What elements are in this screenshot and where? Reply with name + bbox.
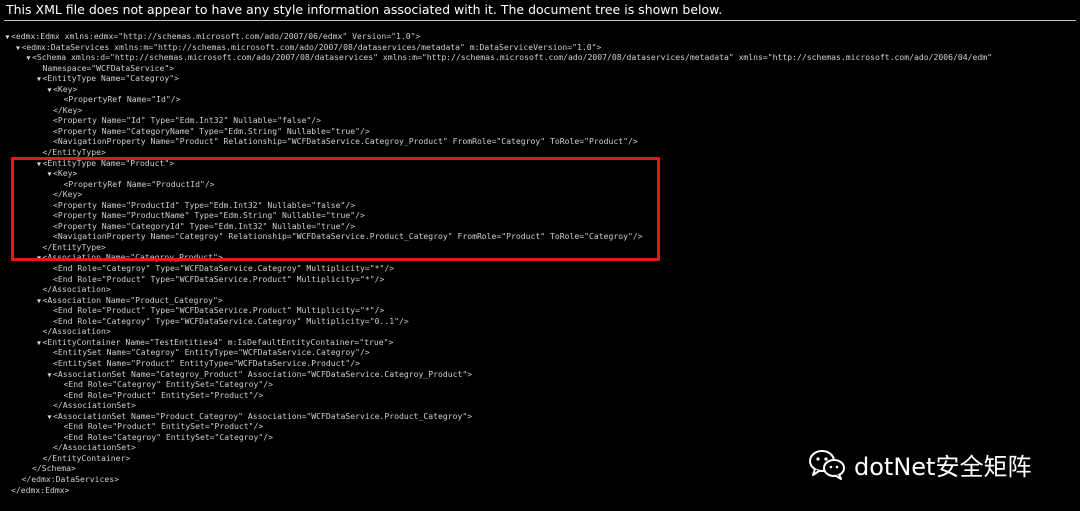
xml-tag-text: </Association> bbox=[42, 284, 111, 295]
xml-tag-text: <Property Name="CategoryName" Type="Edm.… bbox=[53, 125, 370, 136]
xml-tree-line: <EntitySet Name="Product" EntityType="WC… bbox=[0, 358, 1080, 369]
xml-tag-text: </edmx:Edmx> bbox=[11, 484, 70, 495]
xml-notice-banner: This XML file does not appear to have an… bbox=[6, 2, 723, 17]
xml-tree-line: <PropertyRef Name="Id"/> bbox=[0, 94, 1080, 105]
watermark: dotNet安全矩阵 bbox=[808, 446, 1031, 482]
xml-tree-line: <NavigationProperty Name="Product" Relat… bbox=[0, 136, 1080, 147]
xml-tree-line: ▼ <EntityContainer Name="TestEntities4" m… bbox=[0, 337, 1080, 348]
xml-tag-text: <End Role="Product" Type="WCFDataService… bbox=[53, 273, 385, 284]
xml-tag-text: <AssociationSet Name="Categroy_Product" … bbox=[53, 368, 473, 379]
xml-tree-line: ▼ <edmx:DataServices xmlns:m="http://sche… bbox=[0, 42, 1080, 53]
xml-tree-line: <End Role="Categroy" Type="WCFDataServic… bbox=[0, 316, 1080, 327]
highlight-box-product-entitytype bbox=[11, 157, 660, 261]
xml-tag-text: <End Role="Categroy" EntitySet="Categroy… bbox=[63, 431, 274, 442]
xml-tree-line: ▼ <EntityType Name="Categroy"> bbox=[0, 73, 1080, 84]
xml-tag-text: </Association> bbox=[42, 326, 111, 337]
xml-tag-text: <PropertyRef Name="Id"/> bbox=[63, 94, 181, 105]
xml-tree-line: </Association> bbox=[0, 284, 1080, 295]
xml-tree-line: ▼ <edmx:Edmx xmlns:edmx="http://schemas.m… bbox=[0, 31, 1080, 42]
wechat-icon bbox=[809, 450, 845, 480]
xml-tag-text: <Key> bbox=[53, 83, 78, 94]
xml-tag-text: </AssociationSet> bbox=[53, 442, 136, 453]
xml-tree-line: <EntitySet Name="Categroy" EntityType="W… bbox=[0, 347, 1080, 358]
xml-tree-line: ▼ <Association Name="Product_Categroy"> bbox=[0, 295, 1080, 306]
xml-tree-line: </Key> bbox=[0, 105, 1080, 116]
xml-tree-line: </AssociationSet> bbox=[0, 400, 1080, 411]
xml-tag-text: <EntityType Name="Categroy"> bbox=[42, 73, 179, 84]
xml-tag-text: <Association Name="Product_Categroy"> bbox=[42, 294, 223, 305]
xml-tree-line: </EntityType> bbox=[0, 147, 1080, 158]
banner-divider bbox=[4, 20, 1076, 21]
xml-tag-text: </AssociationSet> bbox=[53, 400, 136, 411]
xml-tag-text: <NavigationProperty Name="Product" Relat… bbox=[53, 136, 638, 147]
xml-tree-line: <Property Name="CategoryName" Type="Edm.… bbox=[0, 126, 1080, 137]
xml-tree-line: <End Role="Categroy" EntitySet="Categroy… bbox=[0, 432, 1080, 443]
xml-tag-text: Namespace="WCFDataService"> bbox=[42, 62, 175, 73]
xml-tag-text: </EntityContainer> bbox=[42, 452, 131, 463]
xml-tree-line: <End Role="Categroy" EntitySet="Categroy… bbox=[0, 379, 1080, 390]
xml-tag-text: </EntityType> bbox=[42, 147, 106, 158]
xml-tag-text: <End Role="Categroy" Type="WCFDataServic… bbox=[53, 263, 395, 274]
xml-tree-line: ▼ <Key> bbox=[0, 84, 1080, 95]
xml-tag-text: <edmx:Edmx xmlns:edmx="http://schemas.mi… bbox=[11, 31, 421, 41]
xml-document-tree: ▼ <edmx:Edmx xmlns:edmx="http://schemas.m… bbox=[0, 31, 1080, 495]
xml-tag-text: </Schema> bbox=[32, 463, 76, 474]
xml-tag-text: <EntityContainer Name="TestEntities4" m:… bbox=[42, 336, 394, 347]
xml-tree-line: <End Role="Product" Type="WCFDataService… bbox=[0, 305, 1080, 316]
xml-tree-line: Namespace="WCFDataService"> bbox=[0, 63, 1080, 74]
xml-tree-line: </Association> bbox=[0, 326, 1080, 337]
xml-tree-line: ▼ <AssociationSet Name="Categroy_Product"… bbox=[0, 369, 1080, 380]
xml-tag-text: <End Role="Product" Type="WCFDataService… bbox=[53, 305, 385, 316]
xml-tree-line: <End Role="Product" EntitySet="Product"/… bbox=[0, 390, 1080, 401]
xml-tag-text: <End Role="Categroy" EntitySet="Categroy… bbox=[63, 379, 274, 390]
xml-tree-line: </edmx:Edmx> bbox=[0, 485, 1080, 496]
xml-tag-text: <End Role="Product" EntitySet="Product"/… bbox=[63, 389, 264, 400]
xml-tree-line: <End Role="Product" Type="WCFDataService… bbox=[0, 274, 1080, 285]
xml-tag-text: <End Role="Categroy" Type="WCFDataServic… bbox=[53, 315, 409, 326]
xml-tag-text: <edmx:DataServices xmlns:m="http://schem… bbox=[21, 41, 602, 52]
xml-tree-line: <End Role="Product" EntitySet="Product"/… bbox=[0, 421, 1080, 432]
xml-tag-text: </Key> bbox=[53, 104, 83, 115]
watermark-text: dotNet安全矩阵 bbox=[854, 452, 1032, 481]
xml-tag-text: <EntitySet Name="Product" EntityType="WC… bbox=[53, 357, 360, 368]
xml-tree-line: ▼ <Schema xmlns:d="http://schemas.microso… bbox=[0, 52, 1080, 63]
xml-tag-text: <EntitySet Name="Categroy" EntityType="W… bbox=[53, 347, 370, 358]
xml-tag-text: <Property Name="Id" Type="Edm.Int32" Nul… bbox=[53, 115, 322, 126]
xml-tag-text: <Schema xmlns:d="http://schemas.microsof… bbox=[32, 52, 992, 63]
xml-tag-text: </edmx:DataServices> bbox=[21, 473, 119, 484]
xml-tree-line: <Property Name="Id" Type="Edm.Int32" Nul… bbox=[0, 115, 1080, 126]
xml-tree-line: ▼ <AssociationSet Name="Product_Categroy"… bbox=[0, 411, 1080, 422]
xml-tag-text: <AssociationSet Name="Product_Categroy" … bbox=[53, 410, 473, 421]
xml-tree-line: <End Role="Categroy" Type="WCFDataServic… bbox=[0, 263, 1080, 274]
xml-tag-text: <End Role="Product" EntitySet="Product"/… bbox=[63, 421, 264, 432]
